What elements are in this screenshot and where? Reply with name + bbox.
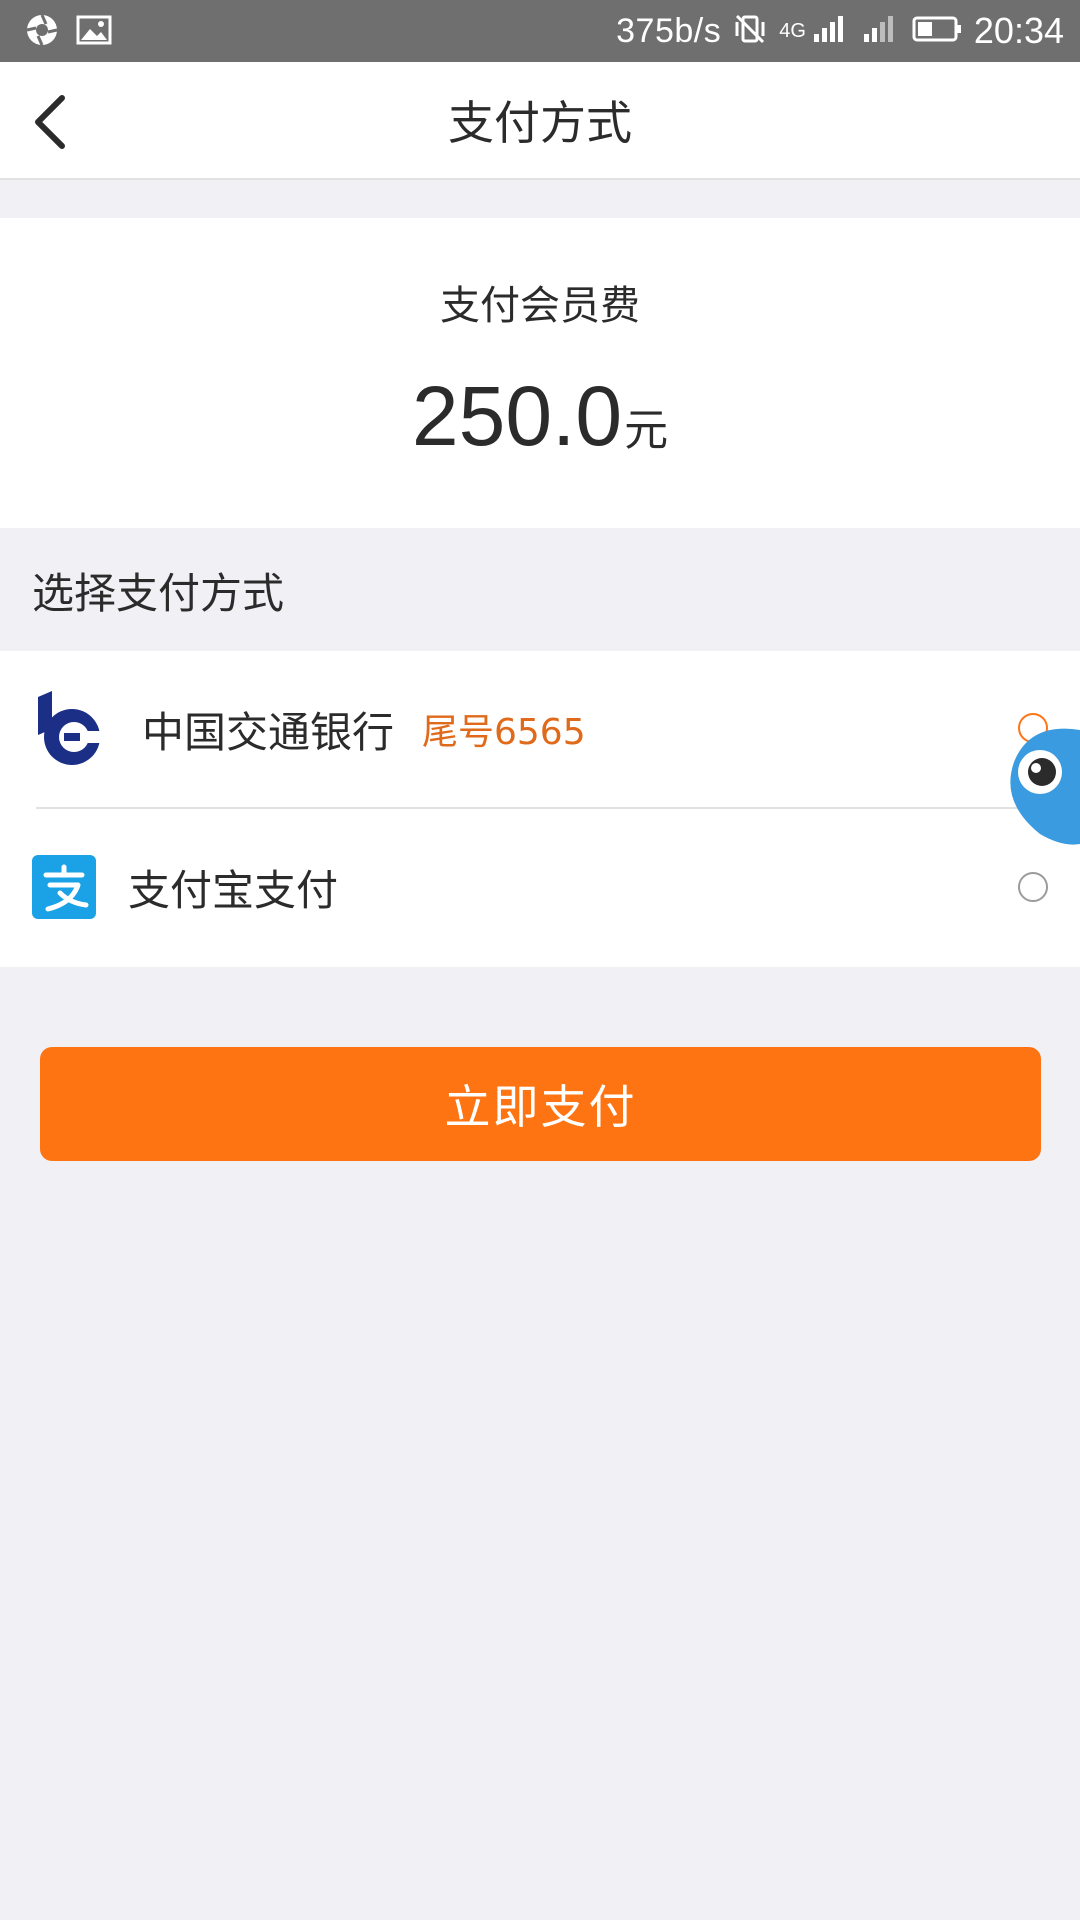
alipay-logo-icon [32,855,96,923]
bocom-logo-icon [34,691,106,771]
amount-row: 250.0 元 [0,368,1080,465]
floating-assistant-icon[interactable] [1000,722,1080,847]
signal-4g-icon [812,14,850,49]
payment-method-alipay[interactable]: 支付宝支付 [0,809,1080,965]
amount-card: 支付会员费 250.0 元 [0,218,1080,528]
page-title: 支付方式 [448,96,632,150]
pay-now-button[interactable]: 立即支付 [40,1047,1041,1161]
alipay-radio[interactable] [1018,872,1048,902]
back-button[interactable] [18,90,82,154]
status-right: 375b/s 4G 20:34 [616,0,1064,62]
payment-method-bank[interactable]: 中国交通银行 尾号6565 [0,651,1080,809]
amount-caption: 支付会员费 [440,283,640,329]
status-bar: 375b/s 4G 20:34 [0,0,1080,62]
alipay-name: 支付宝支付 [128,865,339,915]
network-type: 4G [779,19,806,42]
chevron-left-icon [35,95,65,149]
amount-value: 250.0 [411,369,623,463]
section-label: 选择支付方式 [32,569,285,618]
image-icon [76,12,112,52]
aperture-icon [24,12,60,52]
status-left-icons [24,12,112,52]
app-header: 支付方式 [0,62,1080,180]
bank-name: 中国交通银行 [142,707,395,757]
card-tail-number: 尾号6565 [422,712,586,753]
vibrate-off-icon [733,12,767,51]
signal-secondary-icon [862,14,900,49]
payment-method-list: 中国交通银行 尾号6565 支付宝支付 [0,651,1080,967]
clock: 20:34 [973,10,1064,51]
battery-icon [912,15,962,48]
amount-unit: 元 [624,405,669,456]
network-speed: 375b/s [616,11,722,50]
